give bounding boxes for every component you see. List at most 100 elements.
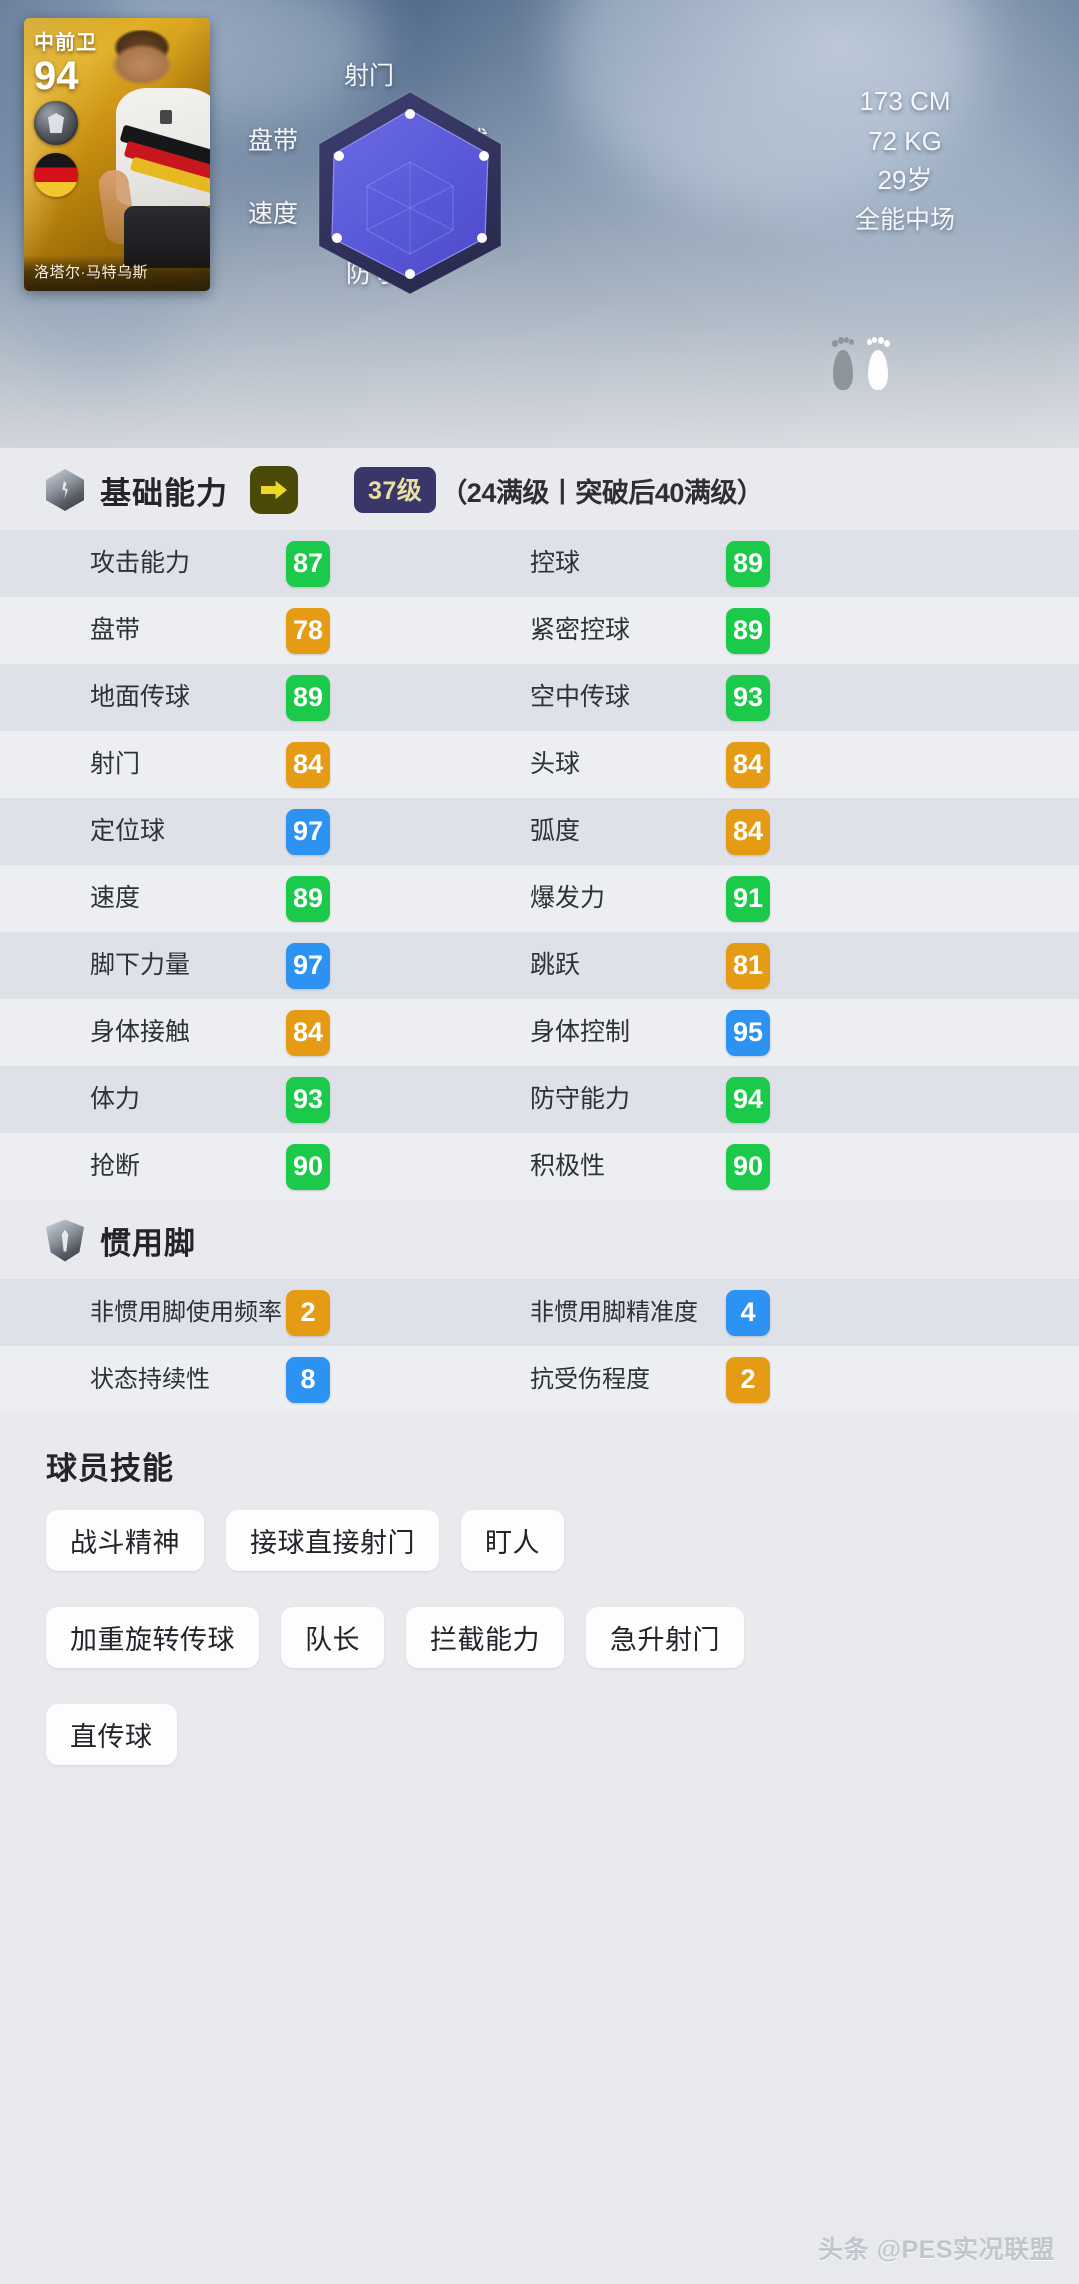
table-row: 身体接触 84 身体控制 95: [0, 999, 1079, 1066]
card-header: 中前卫 94: [34, 26, 97, 197]
expand-ability-button[interactable]: [250, 466, 298, 514]
stat-cell-left: 射门 84: [0, 741, 498, 788]
stat-label: 控球: [530, 548, 581, 577]
stat-label: 速度: [90, 883, 141, 912]
stat-cell-right: 爆发力 91: [498, 875, 998, 922]
stat-cell-left: 速度 89: [0, 875, 498, 922]
preferred-foot-indicator: [830, 330, 980, 390]
table-row: 状态持续性 8 抗受伤程度 2: [0, 1346, 1079, 1413]
crest-shape-icon: [48, 113, 64, 133]
player-skills-title: 球员技能: [46, 1451, 174, 1486]
stat-cell-right: 跳跃 81: [498, 942, 998, 989]
stat-cell-left: 抢断 90: [0, 1143, 498, 1190]
skill-chip[interactable]: 加重旋转传球: [46, 1607, 259, 1668]
stat-label: 身体接触: [90, 1017, 191, 1046]
stat-value-badge: 78: [286, 607, 330, 654]
physical-info: 173 CM 72 KG 29岁 全能中场: [760, 82, 1050, 239]
stat-label: 头球: [530, 749, 581, 778]
stat-value-badge: 93: [726, 674, 770, 721]
skill-chip[interactable]: 战斗精神: [46, 1510, 204, 1571]
stat-label: 防守能力: [530, 1084, 631, 1113]
preferred-foot-shield-icon: [46, 1219, 84, 1262]
stat-label: 脚下力量: [90, 950, 191, 979]
card-position-label: 中前卫: [34, 32, 97, 54]
stat-label: 弧度: [530, 816, 581, 845]
stat-label: 空中传球: [530, 682, 631, 711]
jersey-crest-icon: [160, 110, 172, 124]
stat-value-badge: 89: [726, 540, 770, 587]
stat-label: 地面传球: [90, 682, 191, 711]
stat-cell-left: 身体接触 84: [0, 1009, 498, 1056]
ability-hex-icon: [46, 469, 84, 511]
skill-chip[interactable]: 拦截能力: [406, 1607, 564, 1668]
table-row: 速度 89 爆发力 91: [0, 865, 1079, 932]
level-badge: 37级: [354, 467, 437, 513]
stat-value-badge: 8: [286, 1356, 330, 1403]
card-overall-rating: 94: [34, 54, 79, 98]
preferred-foot-header: 惯用脚: [0, 1200, 1079, 1279]
stat-label: 射门: [90, 749, 141, 778]
stat-value-badge: 91: [726, 875, 770, 922]
stat-value-badge: 97: [286, 808, 330, 855]
stat-value-badge: 90: [286, 1143, 330, 1190]
table-row: 非惯用脚使用频率 2 非惯用脚精准度 4: [0, 1279, 1079, 1346]
preferred-foot-title: 惯用脚: [100, 1226, 196, 1261]
basic-ability-header: 基础能力 37级 （24满级丨突破后40满级）: [0, 448, 1079, 530]
stat-cell-left: 攻击能力 87: [0, 540, 498, 587]
skill-chip[interactable]: 队长: [281, 1607, 384, 1668]
stat-cell-right: 防守能力 94: [498, 1076, 998, 1123]
left-footprint-icon: [830, 336, 856, 390]
stat-value-badge: 97: [286, 942, 330, 989]
table-row: 抢断 90 积极性 90: [0, 1133, 1079, 1200]
stat-label: 积极性: [530, 1151, 606, 1180]
stat-cell-left: 非惯用脚使用频率 2: [0, 1289, 498, 1336]
skill-chip[interactable]: 盯人: [461, 1510, 564, 1571]
arrow-right-icon: [261, 480, 287, 500]
skill-chip[interactable]: 急升射门: [586, 1607, 744, 1668]
table-row: 体力 93 防守能力 94: [0, 1066, 1079, 1133]
stat-cell-right: 头球 84: [498, 741, 998, 788]
table-row: 攻击能力 87 控球 89: [0, 530, 1079, 597]
stat-label: 体力: [90, 1084, 141, 1113]
stat-value-badge: 89: [286, 875, 330, 922]
skill-chip[interactable]: 接球直接射门: [226, 1510, 439, 1571]
player-role: 全能中场: [854, 205, 955, 234]
stat-cell-left: 盘带 78: [0, 607, 498, 654]
player-age: 29岁: [877, 165, 933, 196]
stat-value-badge: 95: [726, 1009, 770, 1056]
player-card[interactable]: 中前卫 94 洛塔尔·马特乌斯: [24, 18, 210, 291]
player-height: 173 CM: [859, 86, 951, 116]
player-weight: 72 KG: [868, 125, 942, 156]
stat-label: 盘带: [90, 615, 141, 644]
stat-cell-right: 积极性 90: [498, 1143, 998, 1190]
stat-value-badge: 2: [726, 1356, 770, 1403]
player-detail-content: 基础能力 37级 （24满级丨突破后40满级） 攻击能力 87 控球 89 盘带 78 紧密…: [0, 448, 1079, 1765]
skill-chip[interactable]: 直传球: [46, 1704, 177, 1765]
stat-value-badge: 94: [726, 1076, 770, 1123]
basic-ability-stat-table: 攻击能力 87 控球 89 盘带 78 紧密控球 89 地面传球 89 空中传球 93 射门 84 头球 84…: [0, 530, 1079, 1200]
stat-value-badge: 2: [286, 1289, 330, 1336]
stat-cell-left: 地面传球 89: [0, 674, 498, 721]
radar-label-speed: 速度: [248, 200, 299, 228]
right-foot-toes: [866, 336, 890, 349]
stat-value-badge: 89: [726, 607, 770, 654]
stat-cell-left: 状态持续性 8: [0, 1356, 498, 1403]
stat-cell-right: 紧密控球 89: [498, 607, 998, 654]
radar-label-shooting: 射门: [344, 62, 395, 90]
stat-label: 身体控制: [530, 1017, 631, 1046]
stat-value-badge: 84: [726, 808, 770, 855]
stat-value-badge: 87: [286, 540, 330, 587]
stat-label: 抢断: [90, 1151, 141, 1180]
radar-svg: [318, 91, 502, 295]
stat-cell-right: 空中传球 93: [498, 674, 998, 721]
basic-ability-title: 基础能力: [100, 475, 228, 511]
table-row: 盘带 78 紧密控球 89: [0, 597, 1079, 664]
card-player-name: 洛塔尔·马特乌斯: [24, 255, 210, 291]
right-foot-sole: [868, 350, 888, 390]
stat-cell-right: 抗受伤程度 2: [498, 1356, 998, 1403]
stat-value-badge: 93: [286, 1076, 330, 1123]
stat-label: 爆发力: [530, 883, 606, 912]
table-row: 地面传球 89 空中传球 93: [0, 664, 1079, 731]
table-row: 定位球 97 弧度 84: [0, 798, 1079, 865]
player-detail-page: 中前卫 94 洛塔尔·马特乌斯 射门 传球 身体 防守 速度 盘带: [0, 0, 1079, 2284]
